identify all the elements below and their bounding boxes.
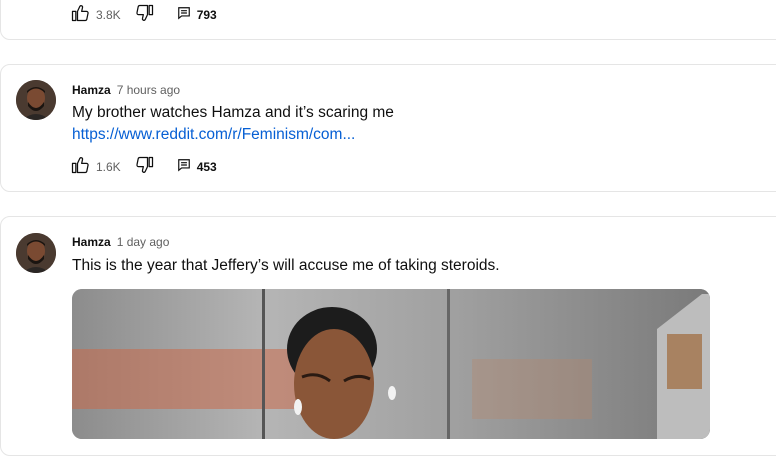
comment-text: This is the year that Jeffery’s will acc… [72, 257, 500, 274]
reply-count: 793 [196, 8, 217, 22]
thumbs-down-icon [135, 3, 155, 28]
avatar[interactable] [16, 80, 56, 120]
author-name[interactable]: Hamza [72, 83, 111, 97]
attached-photo[interactable] [72, 289, 710, 439]
comment-link[interactable]: https://www.reddit.com/r/Feminism/com... [72, 126, 355, 144]
replies-button[interactable]: 453 [177, 158, 217, 177]
thumbs-up-icon [70, 155, 90, 180]
thumbs-down-icon [135, 155, 155, 180]
like-count: 1.6K [96, 160, 121, 174]
timestamp[interactable]: 1 day ago [117, 235, 170, 249]
timestamp[interactable]: 7 hours ago [117, 83, 180, 97]
thumbs-up-icon [70, 3, 90, 28]
reply-count: 453 [196, 160, 217, 174]
comment-icon [177, 158, 191, 177]
comment-text: My brother watches Hamza and it’s scarin… [72, 104, 394, 121]
author-name[interactable]: Hamza [72, 235, 111, 249]
like-button[interactable]: 1.6K [70, 155, 121, 180]
dislike-button[interactable] [135, 155, 155, 180]
comment-icon [177, 6, 191, 25]
comment-meta: Hamza 1 day ago [72, 235, 169, 249]
comment-meta: Hamza 7 hours ago [72, 83, 180, 97]
dislike-button[interactable] [135, 3, 155, 28]
like-button[interactable]: 3.8K [70, 3, 121, 28]
post-actions-1: 3.8K 793 [70, 3, 217, 28]
replies-button[interactable]: 793 [177, 6, 217, 25]
post-actions-2: 1.6K 453 [70, 155, 217, 180]
avatar[interactable] [16, 233, 56, 273]
like-count: 3.8K [96, 8, 121, 22]
